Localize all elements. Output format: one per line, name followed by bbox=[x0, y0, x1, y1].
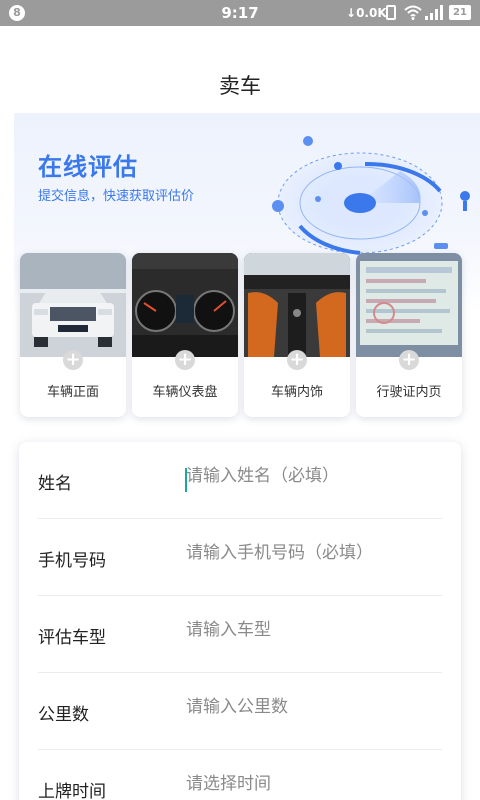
photo-card-label: 行驶证内页 bbox=[376, 385, 442, 400]
banner-title: 在线评估 bbox=[38, 153, 138, 181]
phone-input[interactable] bbox=[186, 543, 436, 563]
add-photo-icon[interactable]: + bbox=[287, 350, 307, 370]
photo-card-interior[interactable]: + 车辆内饰 bbox=[244, 253, 350, 417]
photo-card-label: 车辆内饰 bbox=[270, 385, 323, 400]
mileage-input[interactable] bbox=[186, 697, 436, 717]
photo-card-label: 车辆正面 bbox=[46, 385, 99, 400]
form-row-model: 评估车型 bbox=[38, 596, 442, 673]
registration-date-label: 上牌时间 bbox=[38, 782, 106, 800]
battery-icon: 21 bbox=[449, 5, 471, 20]
status-bar: 8 9:17 ↓0.0K 21 bbox=[0, 0, 480, 26]
photo-card-label: 车辆仪表盘 bbox=[152, 385, 218, 400]
photo-card-dashboard[interactable]: + 车辆仪表盘 bbox=[132, 253, 238, 417]
interior-photo bbox=[244, 253, 350, 357]
text-cursor bbox=[185, 468, 187, 492]
vibrate-icon bbox=[386, 5, 396, 20]
photo-card-license[interactable]: + 行驶证内页 bbox=[356, 253, 462, 417]
download-arrow-icon: ↓ bbox=[346, 6, 357, 20]
name-label: 姓名 bbox=[38, 474, 72, 494]
add-photo-icon[interactable]: + bbox=[399, 350, 419, 370]
phone-label: 手机号码 bbox=[38, 551, 106, 571]
net-speed-value: 0.0K bbox=[356, 6, 387, 20]
add-photo-icon[interactable]: + bbox=[175, 350, 195, 370]
mileage-label: 公里数 bbox=[38, 705, 89, 725]
radar-illustration-icon bbox=[272, 136, 470, 255]
name-input[interactable] bbox=[186, 466, 436, 486]
net-speed: ↓0.0K bbox=[346, 6, 387, 20]
model-input[interactable] bbox=[186, 620, 436, 640]
car-front-photo bbox=[20, 253, 126, 357]
seller-info-form: 姓名 手机号码 评估车型 公里数 上牌时间 bbox=[19, 442, 461, 800]
registration-date-picker[interactable] bbox=[186, 774, 436, 794]
signal-icon bbox=[425, 5, 443, 20]
dashboard-photo bbox=[132, 253, 238, 357]
photo-card-car-front[interactable]: + 车辆正面 bbox=[20, 253, 126, 417]
add-photo-icon[interactable]: + bbox=[63, 350, 83, 370]
page-title: 卖车 bbox=[219, 74, 261, 98]
form-row-registration-date: 上牌时间 bbox=[38, 750, 442, 800]
license-photo bbox=[356, 253, 462, 357]
banner-subtitle: 提交信息，快速获取评估价 bbox=[38, 189, 195, 204]
form-row-mileage: 公里数 bbox=[38, 673, 442, 750]
form-row-phone: 手机号码 bbox=[38, 519, 442, 596]
wifi-icon bbox=[404, 5, 422, 20]
form-row-name: 姓名 bbox=[38, 442, 442, 519]
model-label: 评估车型 bbox=[38, 628, 106, 648]
